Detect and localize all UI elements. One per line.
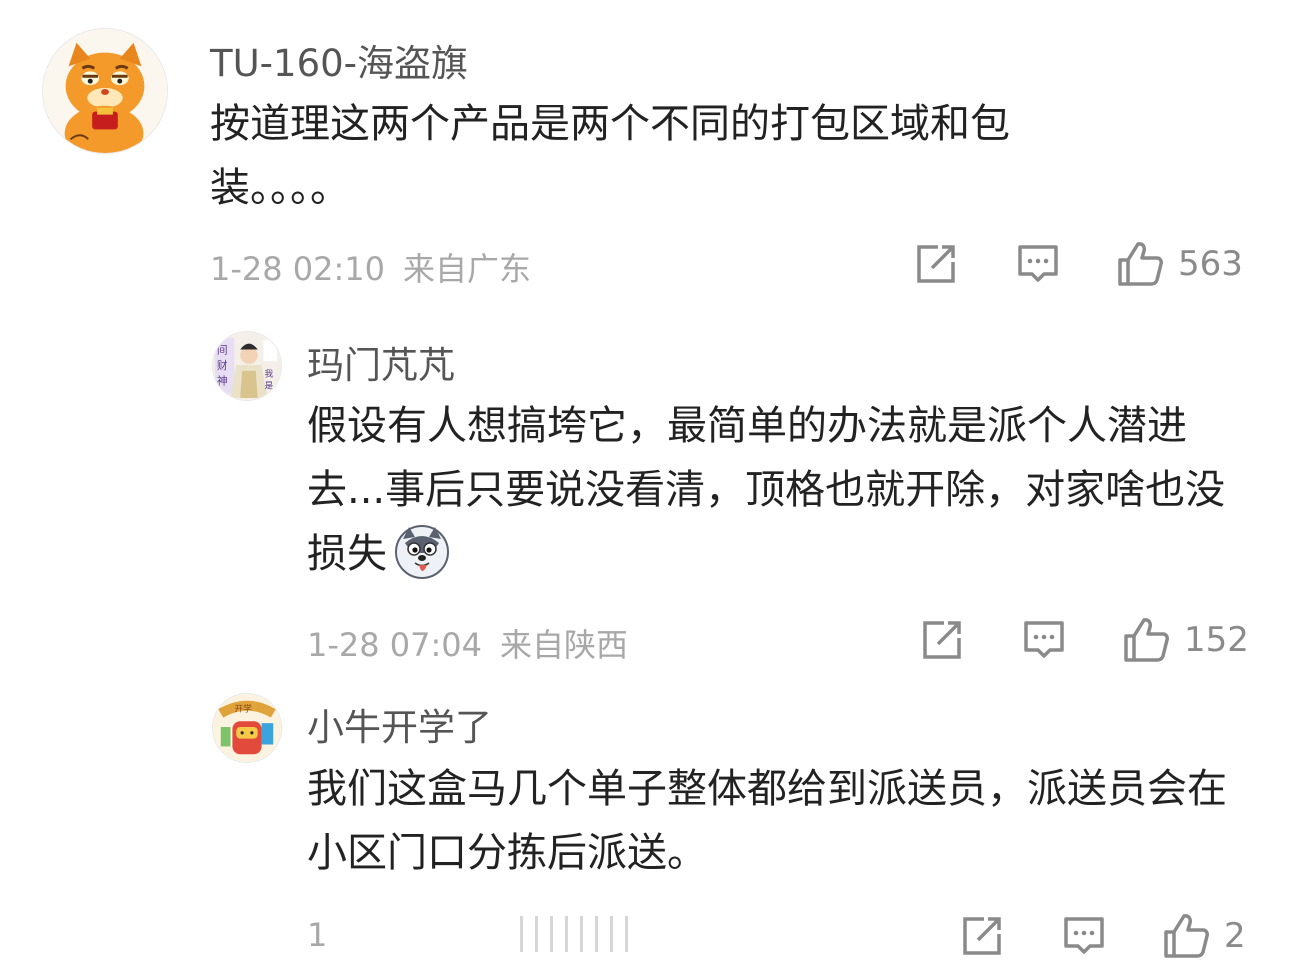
- avatar[interactable]: 开学: [212, 693, 282, 763]
- comment-actions: 2: [960, 912, 1246, 960]
- like-count: 563: [1178, 244, 1243, 284]
- comment-icon: [1024, 621, 1064, 658]
- username[interactable]: 玛门芃芃: [307, 335, 455, 389]
- comment-location: 来自广东: [403, 250, 532, 288]
- comment-meta: 1-28 07:04 来自陕西: [307, 620, 628, 666]
- like-count: 2: [1224, 916, 1246, 956]
- share-icon: [923, 621, 961, 659]
- svg-text:财: 财: [217, 359, 228, 372]
- reply-button[interactable]: [1016, 242, 1060, 286]
- like-button[interactable]: 563: [1116, 240, 1243, 288]
- avatar[interactable]: 间 财 神 我 是: [212, 331, 282, 401]
- comment-location: 来自陕西: [500, 626, 629, 664]
- share-icon: [963, 917, 1001, 955]
- husky-emoji-icon: [393, 523, 451, 600]
- svg-text:开学: 开学: [234, 702, 252, 714]
- comment-time: 1: [307, 916, 328, 954]
- reply-button[interactable]: [1062, 914, 1106, 958]
- comment-time: 1-28 02:10: [210, 250, 386, 288]
- garfield-avatar-image: [43, 29, 167, 153]
- share-button[interactable]: [914, 242, 958, 286]
- comment-time: 1-28 07:04: [307, 626, 483, 664]
- svg-text:是: 是: [264, 380, 273, 391]
- svg-text:间: 间: [217, 343, 228, 356]
- username[interactable]: TU-160-海盗旗: [210, 33, 468, 87]
- share-icon: [917, 245, 955, 283]
- like-button[interactable]: 152: [1122, 616, 1249, 664]
- thumbs-up-icon: [1118, 242, 1163, 286]
- comment-icon: [1018, 245, 1058, 282]
- like-button[interactable]: 2: [1162, 912, 1246, 960]
- svg-text:神: 神: [217, 374, 228, 387]
- comment-text: 假设有人想搞垮它，最简单的办法就是派个人潜进去...事后只要说没看清，顶格也就开…: [307, 394, 1262, 600]
- comment-meta: 1-28 02:10 来自广东: [210, 244, 531, 290]
- comment-text: 我们这盒马几个单子整体都给到派送员，派送员会在小区门口分拣后派送。: [307, 766, 1227, 876]
- comment-actions: 563: [914, 240, 1243, 288]
- thumbs-up-icon: [1164, 914, 1209, 958]
- comment-text: 按道理这两个产品是两个不同的打包区域和包装。。。。: [210, 101, 1010, 211]
- share-button[interactable]: [960, 914, 1004, 958]
- share-button[interactable]: [920, 618, 964, 662]
- reply-button[interactable]: [1022, 618, 1066, 662]
- poster-avatar-image: 间 财 神 我 是: [213, 332, 281, 400]
- username[interactable]: 小牛开学了: [307, 697, 492, 751]
- avatar[interactable]: [42, 28, 168, 154]
- student-avatar-image: 开学: [213, 694, 281, 762]
- comment-actions: 152: [920, 616, 1249, 664]
- svg-text:我: 我: [264, 369, 273, 380]
- thumbs-up-icon: [1124, 618, 1169, 662]
- blur-overlay-lines: [520, 916, 660, 952]
- like-count: 152: [1184, 620, 1249, 660]
- comment-icon: [1064, 917, 1104, 954]
